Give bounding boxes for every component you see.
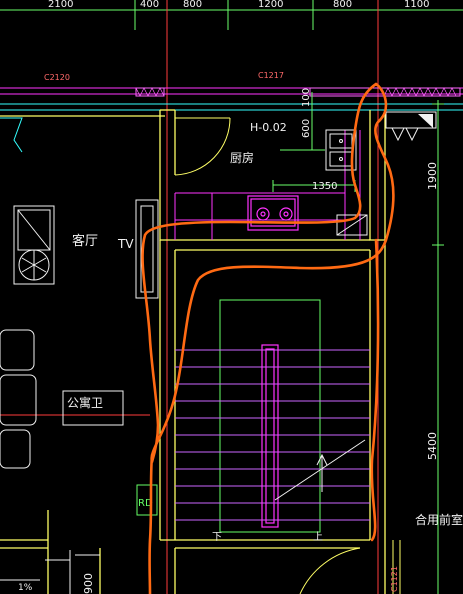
dim-top-800a: 800 <box>183 0 202 10</box>
kitchen-label: 厨房 <box>230 150 254 165</box>
level-label: H-0.02 <box>250 121 287 134</box>
living-room-label: 客厅 <box>72 233 98 249</box>
dim-top-800b: 800 <box>333 0 352 10</box>
window-label-c1217: C1217 <box>258 71 284 80</box>
cad-drawing-canvas[interactable]: 2100 400 800 1200 800 1100 C2120 C1217 1… <box>0 0 463 594</box>
dim-top-1100: 1100 <box>404 0 429 10</box>
dim-top-400: 400 <box>140 0 159 10</box>
stair-down-label: 下 <box>212 532 222 543</box>
dim-vertical-100: 100 <box>301 88 312 107</box>
dim-vertical-600: 600 <box>301 119 312 138</box>
dim-right-5400: 5400 <box>426 432 439 460</box>
window-label-c2120: C2120 <box>44 73 70 82</box>
tv-label: TV <box>117 237 134 251</box>
percent-label: 1% <box>18 583 33 593</box>
drawing-background <box>0 0 463 594</box>
dim-vertical-900: 900 <box>82 573 95 594</box>
dim-top-2100: 2100 <box>48 0 73 10</box>
dim-right-1900: 1900 <box>426 162 439 190</box>
bathroom-label: 公寓卫 <box>67 395 103 410</box>
shared-room-label: 合用前室 <box>415 512 463 527</box>
c1121-label: C1121 <box>390 566 399 592</box>
dim-horizontal-1350: 1350 <box>312 181 337 192</box>
dim-top-1200: 1200 <box>258 0 283 10</box>
stair-up-label: 上 <box>313 531 323 543</box>
